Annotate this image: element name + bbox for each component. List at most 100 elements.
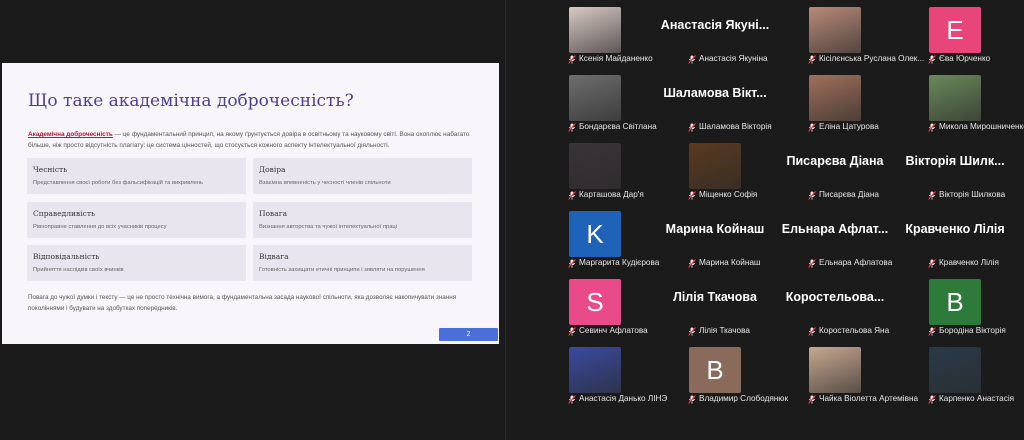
participant-tile[interactable]: S Севинч Афлатова	[535, 272, 655, 339]
participant-caption: Карпенко Анастасія	[928, 394, 1014, 404]
participant-caption: Міщенко Софія	[688, 190, 757, 200]
mic-muted-icon	[928, 54, 936, 64]
avatar-photo	[929, 347, 981, 393]
participant-tile[interactable]: Бондарєва Світлана	[535, 68, 657, 135]
participant-tile[interactable]: Коростельова... Коростельова Яна	[775, 272, 895, 339]
mic-muted-icon	[928, 122, 936, 132]
card-title: Відвага	[259, 252, 289, 261]
mic-muted-icon	[808, 190, 816, 200]
participant-caption: Бородіна Вікторія	[928, 326, 1006, 336]
participant-display-name: Писарєва Діана	[786, 154, 884, 168]
participant-tile[interactable]: Анастасія Данько ЛІНЭ	[535, 340, 667, 407]
mic-muted-icon	[568, 54, 576, 64]
participant-display-name: Вікторія Шилк...	[905, 154, 1005, 168]
mic-muted-icon	[808, 122, 816, 132]
participant-tile[interactable]: Ельнара Афлат... Ельнара Афлатова	[775, 204, 895, 271]
mic-muted-icon	[808, 54, 816, 64]
mic-muted-icon	[568, 190, 576, 200]
participant-display-name: Лілія Ткачова	[673, 290, 757, 304]
mic-muted-icon	[568, 122, 576, 132]
participant-tile[interactable]: Микола Мирошниченко	[895, 68, 1024, 135]
participant-tile[interactable]: Шаламова Вікт... Шаламова Вікторія	[655, 68, 775, 135]
participant-tile[interactable]: B Владимир Слободянюк	[655, 340, 788, 407]
participant-name: Карпенко Анастасія	[939, 394, 1015, 403]
avatar-photo	[809, 7, 861, 53]
card-desc: Визнання авторства та чужої інтелектуаль…	[259, 224, 398, 230]
participant-caption: Лілія Ткачова	[688, 326, 750, 336]
participant-name: Марина Койнаш	[699, 258, 761, 267]
mic-muted-icon	[688, 122, 696, 132]
participant-name: Анастасія Якуніна	[699, 54, 768, 63]
avatar-photo	[689, 143, 741, 189]
mic-muted-icon	[928, 394, 936, 404]
avatar-photo	[809, 75, 861, 121]
panel-divider	[505, 0, 506, 440]
participant-display-name: Марина Койнаш	[665, 222, 765, 236]
intro-term: Академічна доброчесність	[28, 131, 113, 138]
avatar-photo	[569, 7, 621, 53]
participant-tile[interactable]: E Єва Юрченко	[895, 0, 1015, 67]
participant-tile[interactable]: Кравченко Лілія Кравченко Лілія	[895, 204, 1015, 271]
participant-caption: Ельнара Афлатова	[808, 258, 892, 268]
avatar-photo	[569, 75, 621, 121]
value-card-trust: Довіра Взаємна впевненість у чесності чл…	[253, 158, 472, 194]
mic-muted-icon	[688, 326, 696, 336]
mic-muted-icon	[808, 258, 816, 268]
mic-muted-icon	[808, 326, 816, 336]
mic-muted-icon	[688, 54, 696, 64]
participant-tile[interactable]: Чайка Віолетта Артемівна	[775, 340, 918, 407]
participant-caption: Шаламова Вікторія	[688, 122, 772, 132]
participant-caption: Еліна Цатурова	[808, 122, 879, 132]
avatar-initial: B	[689, 347, 741, 393]
mic-muted-icon	[688, 394, 696, 404]
mic-muted-icon	[568, 326, 576, 336]
avatar-initial: B	[929, 279, 981, 325]
value-card-fairness: Справедливість Рівноправне ставлення до …	[27, 202, 246, 238]
mic-muted-icon	[808, 394, 816, 404]
participant-tile[interactable]: Міщенко Софія	[655, 136, 775, 203]
slide-footer-text: Повага до чужої думки і тексту — це не п…	[28, 294, 457, 312]
participant-name: Микола Мирошниченко	[939, 122, 1024, 131]
participant-tile[interactable]: Писарєва Діана Писарєва Діана	[775, 136, 895, 203]
card-title: Довіра	[259, 165, 286, 174]
participant-name: Бондарєва Світлана	[579, 122, 657, 131]
avatar-initial: E	[929, 7, 981, 53]
participant-caption: Ксенія Майданенко	[568, 54, 653, 64]
mic-muted-icon	[688, 258, 696, 268]
participant-name: Кравченко Лілія	[939, 258, 999, 267]
shared-screen-panel: Що таке академічна доброчесність? Академ…	[0, 0, 505, 440]
participant-caption: Маргарита Кудієрова	[568, 258, 659, 268]
presentation-slide: Що таке академічна доброчесність? Академ…	[2, 63, 499, 344]
participant-tile[interactable]: Анастасія Якуні... Анастасія Якуніна	[655, 0, 775, 67]
value-card-responsibility: Відповідальність Прийняття наслідків сво…	[27, 245, 246, 281]
participant-display-name: Коростельова...	[785, 290, 885, 304]
participant-tile[interactable]: Карпенко Анастасія	[895, 340, 1015, 407]
card-title: Відповідальність	[33, 252, 100, 261]
avatar-initial: S	[569, 279, 621, 325]
participant-tile[interactable]: Карташова Дар'я	[535, 136, 655, 203]
avatar-photo	[569, 347, 621, 393]
participant-tile[interactable]: Ксенія Майданенко	[535, 0, 655, 67]
avatar-photo	[809, 347, 861, 393]
card-desc: Готовність захищати етичні принципи і зя…	[259, 267, 425, 273]
participant-caption: Марина Койнаш	[688, 258, 760, 268]
participant-tile[interactable]: Кісілєнська Руслана Олек...	[775, 0, 924, 67]
mic-muted-icon	[928, 326, 936, 336]
participant-caption: Анастасія Данько ЛІНЭ	[568, 394, 667, 404]
participant-tile[interactable]: Еліна Цатурова	[775, 68, 895, 135]
participant-tile[interactable]: B Бородіна Вікторія	[895, 272, 1015, 339]
participant-display-name: Кравченко Лілія	[905, 222, 1005, 236]
participant-name: Маргарита Кудієрова	[579, 258, 660, 267]
mic-muted-icon	[928, 190, 936, 200]
participant-tile[interactable]: Лілія Ткачова Лілія Ткачова	[655, 272, 775, 339]
card-desc: Представлення своєї роботи без фальсифік…	[33, 180, 204, 186]
participant-display-name: Ельнара Афлат...	[781, 222, 889, 236]
participant-name: Міщенко Софія	[699, 190, 758, 199]
participant-name: Писарєва Діана	[819, 190, 879, 199]
participant-name: Ельнара Афлатова	[819, 258, 893, 267]
participant-tile[interactable]: K Маргарита Кудієрова	[535, 204, 659, 271]
card-title: Чесність	[33, 165, 68, 174]
participant-tile[interactable]: Марина Койнаш Марина Койнаш	[655, 204, 775, 271]
participant-tile[interactable]: Вікторія Шилк... Вікторія Шилкова	[895, 136, 1015, 203]
participant-name: Єва Юрченко	[939, 54, 991, 63]
